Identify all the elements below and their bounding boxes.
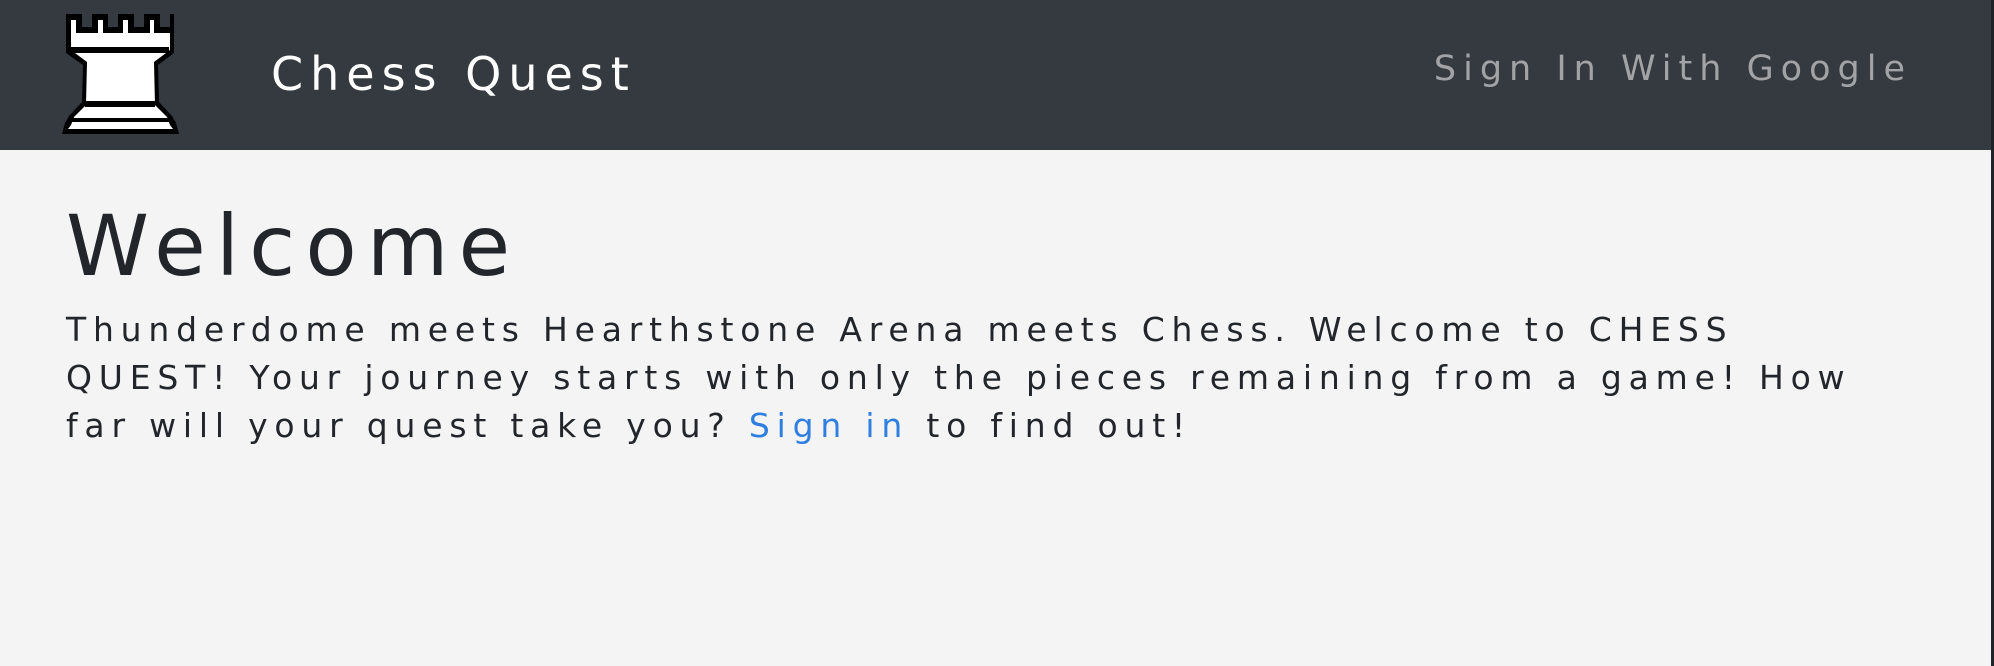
sign-in-with-google-link[interactable]: Sign In With Google xyxy=(1434,52,1912,87)
brand-link[interactable]: Chess Quest xyxy=(59,13,636,135)
sign-in-link[interactable]: Sign in xyxy=(749,406,909,445)
main-content: Welcome Thunderdome meets Hearthstone Ar… xyxy=(66,198,1906,450)
chess-rook-icon xyxy=(62,14,179,134)
page-title: Welcome xyxy=(66,197,521,295)
top-navbar: Chess Quest Sign In With Google xyxy=(0,0,1991,150)
intro-paragraph: Thunderdome meets Hearthstone Arena meet… xyxy=(66,306,1906,450)
brand-name: Chess Quest xyxy=(271,47,636,101)
intro-suffix: to find out! xyxy=(909,406,1192,445)
